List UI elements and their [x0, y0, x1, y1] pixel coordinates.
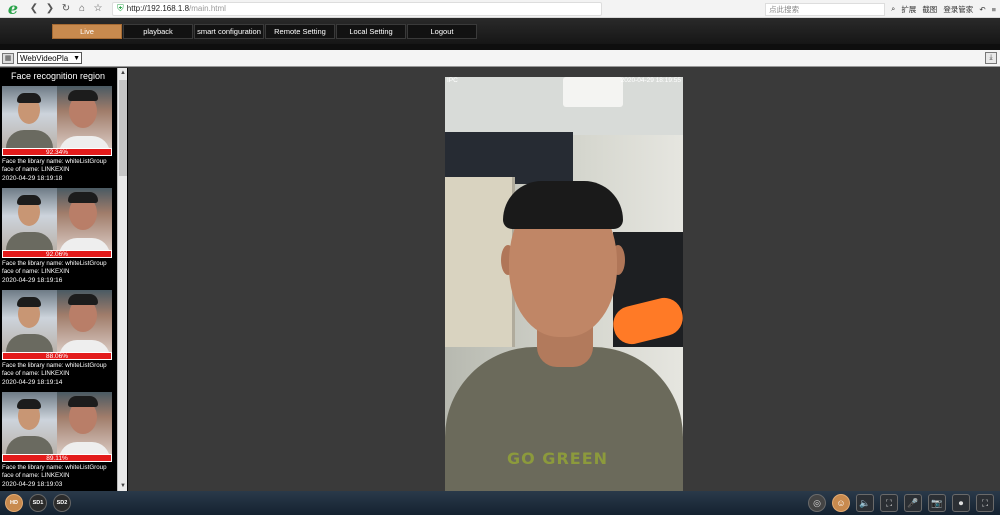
library-name-text: Face the library name: whiteListGroup [2, 362, 107, 369]
shield-icon: ⛨ [117, 3, 124, 13]
similarity-score-bar: 92.34% [2, 148, 112, 156]
library-name-text: Face the library name: whiteListGroup [2, 464, 107, 471]
capture-time: 2020-04-29 18:19:16 [2, 277, 63, 284]
video-area: GO GREEN IPC 2020-04-29 18:19:55 [128, 68, 1000, 491]
zoom-frame-icon[interactable]: ⛶ [880, 494, 898, 512]
tab-local-setting[interactable]: Local Setting [336, 23, 406, 39]
live-video-feed[interactable]: GO GREEN IPC 2020-04-29 18:19:55 [445, 77, 683, 491]
capture-time: 2020-04-29 18:19:03 [2, 481, 63, 488]
face-image-pair [2, 392, 112, 454]
tab-live[interactable]: Live [52, 23, 122, 39]
browser-logo-icon: e [7, 0, 19, 18]
layout-icon[interactable]: ▦ [2, 52, 14, 64]
similarity-score-bar: 88.06% [2, 352, 112, 360]
toolbar-settings-icon[interactable]: ⤓ [985, 52, 997, 64]
bottom-control-bar: HD SD1 SD2 ◎ ☺ 🔈 ⛶ 🎤 📷 ⏺ ⛶ [0, 491, 1000, 515]
air-conditioner [563, 77, 623, 107]
similarity-score-bar: 92.06% [2, 250, 112, 258]
panel-scrollbar[interactable]: ▲ ▼ [117, 68, 127, 491]
panel-title: Face recognition region [10, 71, 106, 81]
url-host: http://192.168.1.8 [126, 4, 190, 13]
volume-icon[interactable]: 🔈 [856, 494, 874, 512]
face-image-pair [2, 86, 112, 148]
extensions-button[interactable]: 扩展 [901, 4, 916, 15]
stream-hd-button[interactable]: HD [5, 494, 23, 512]
scroll-thumb[interactable] [119, 80, 127, 176]
tab-logout[interactable]: Logout [407, 23, 477, 39]
stream-sd1-button[interactable]: SD1 [29, 494, 47, 512]
osd-timestamp: 2020-04-29 18:19:55 [620, 77, 681, 84]
face-card[interactable]: 88.06% Face the library name: whiteListGr… [2, 290, 112, 390]
face-image-pair [2, 290, 112, 352]
fullscreen-icon[interactable]: ⛶ [976, 494, 994, 512]
snapshot-icon[interactable]: 📷 [928, 494, 946, 512]
similarity-score-bar: 89.11% [2, 454, 112, 462]
face-image-pair [2, 188, 112, 250]
menu-icon[interactable]: ≡ [992, 5, 996, 14]
face-mode-icon[interactable]: ☺ [832, 494, 850, 512]
bookmark-star-icon[interactable]: ☆ [90, 1, 106, 17]
library-face-image [57, 290, 112, 352]
library-name-text: Face the library name: whiteListGroup [2, 260, 107, 267]
capture-time: 2020-04-29 18:19:18 [2, 175, 63, 182]
osd-channel-label: IPC [447, 77, 458, 84]
reload-icon[interactable]: ↻ [58, 1, 74, 17]
login-button[interactable]: 登录管家 [943, 4, 973, 15]
browser-right-tools: 点此搜索 ⌕ 扩展 截图 登录管家 ↶ ≡ [765, 0, 996, 18]
stream-sd2-button[interactable]: SD2 [53, 494, 71, 512]
home-icon[interactable]: ⌂ [74, 1, 90, 17]
library-face-image [57, 86, 112, 148]
tab-remote-setting[interactable]: Remote Setting [265, 23, 335, 39]
video-controls: ◎ ☺ 🔈 ⛶ 🎤 📷 ⏺ ⛶ [808, 494, 994, 512]
face-name-text: face of name: LINKEXIN [2, 268, 70, 275]
face-name-text: face of name: LINKEXIN [2, 370, 70, 377]
address-bar[interactable]: ⛨ http://192.168.1.8/main.html [112, 1, 602, 16]
ptz-icon[interactable]: ◎ [808, 494, 826, 512]
captured-face-image [2, 290, 57, 352]
face-card[interactable]: 92.06% Face the library name: whiteListGr… [2, 188, 112, 288]
microphone-icon[interactable]: 🎤 [904, 494, 922, 512]
library-face-image [57, 188, 112, 250]
undo-icon[interactable]: ↶ [979, 5, 985, 14]
face-card[interactable]: 89.11% Face the library name: whiteListGr… [2, 392, 112, 492]
face-card[interactable]: 92.34% Face the library name: whiteListGr… [2, 86, 112, 186]
screenshot-button[interactable]: 截图 [922, 4, 937, 15]
shirt-print: GO GREEN [507, 449, 609, 468]
plugin-select[interactable]: WebVideoPla ▼ [17, 52, 82, 64]
face-recognition-panel: Face recognition region 92.34% Face the l… [0, 68, 128, 491]
plugin-toolbar: ▦ WebVideoPla ▼ ⤓ [0, 50, 1000, 67]
captured-face-image [2, 188, 57, 250]
url-path: /main.html [189, 4, 226, 13]
captured-face-image [2, 86, 57, 148]
face-name-text: face of name: LINKEXIN [2, 472, 70, 479]
search-icon[interactable]: ⌕ [891, 4, 895, 14]
scroll-up-icon[interactable]: ▲ [118, 68, 128, 78]
record-icon[interactable]: ⏺ [952, 494, 970, 512]
tab-smart-configuration[interactable]: smart configuration [194, 23, 264, 39]
tab-playback[interactable]: playback [123, 23, 193, 39]
browser-toolbar: e ❮ ❯ ↻ ⌂ ☆ ⛨ http://192.168.1.8/main.ht… [0, 0, 1000, 18]
app-nav: Live playback smart configuration Remote… [0, 18, 1000, 44]
browser-search-input[interactable]: 点此搜索 [765, 2, 886, 16]
face-name-text: face of name: LINKEXIN [2, 166, 70, 173]
scroll-down-icon[interactable]: ▼ [118, 481, 128, 491]
back-icon[interactable]: ❮ [26, 1, 42, 17]
library-name-text: Face the library name: whiteListGroup [2, 158, 107, 165]
capture-time: 2020-04-29 18:19:14 [2, 379, 63, 386]
forward-icon[interactable]: ❯ [42, 1, 58, 17]
captured-face-image [2, 392, 57, 454]
chevron-down-icon: ▼ [73, 54, 80, 62]
library-face-image [57, 392, 112, 454]
